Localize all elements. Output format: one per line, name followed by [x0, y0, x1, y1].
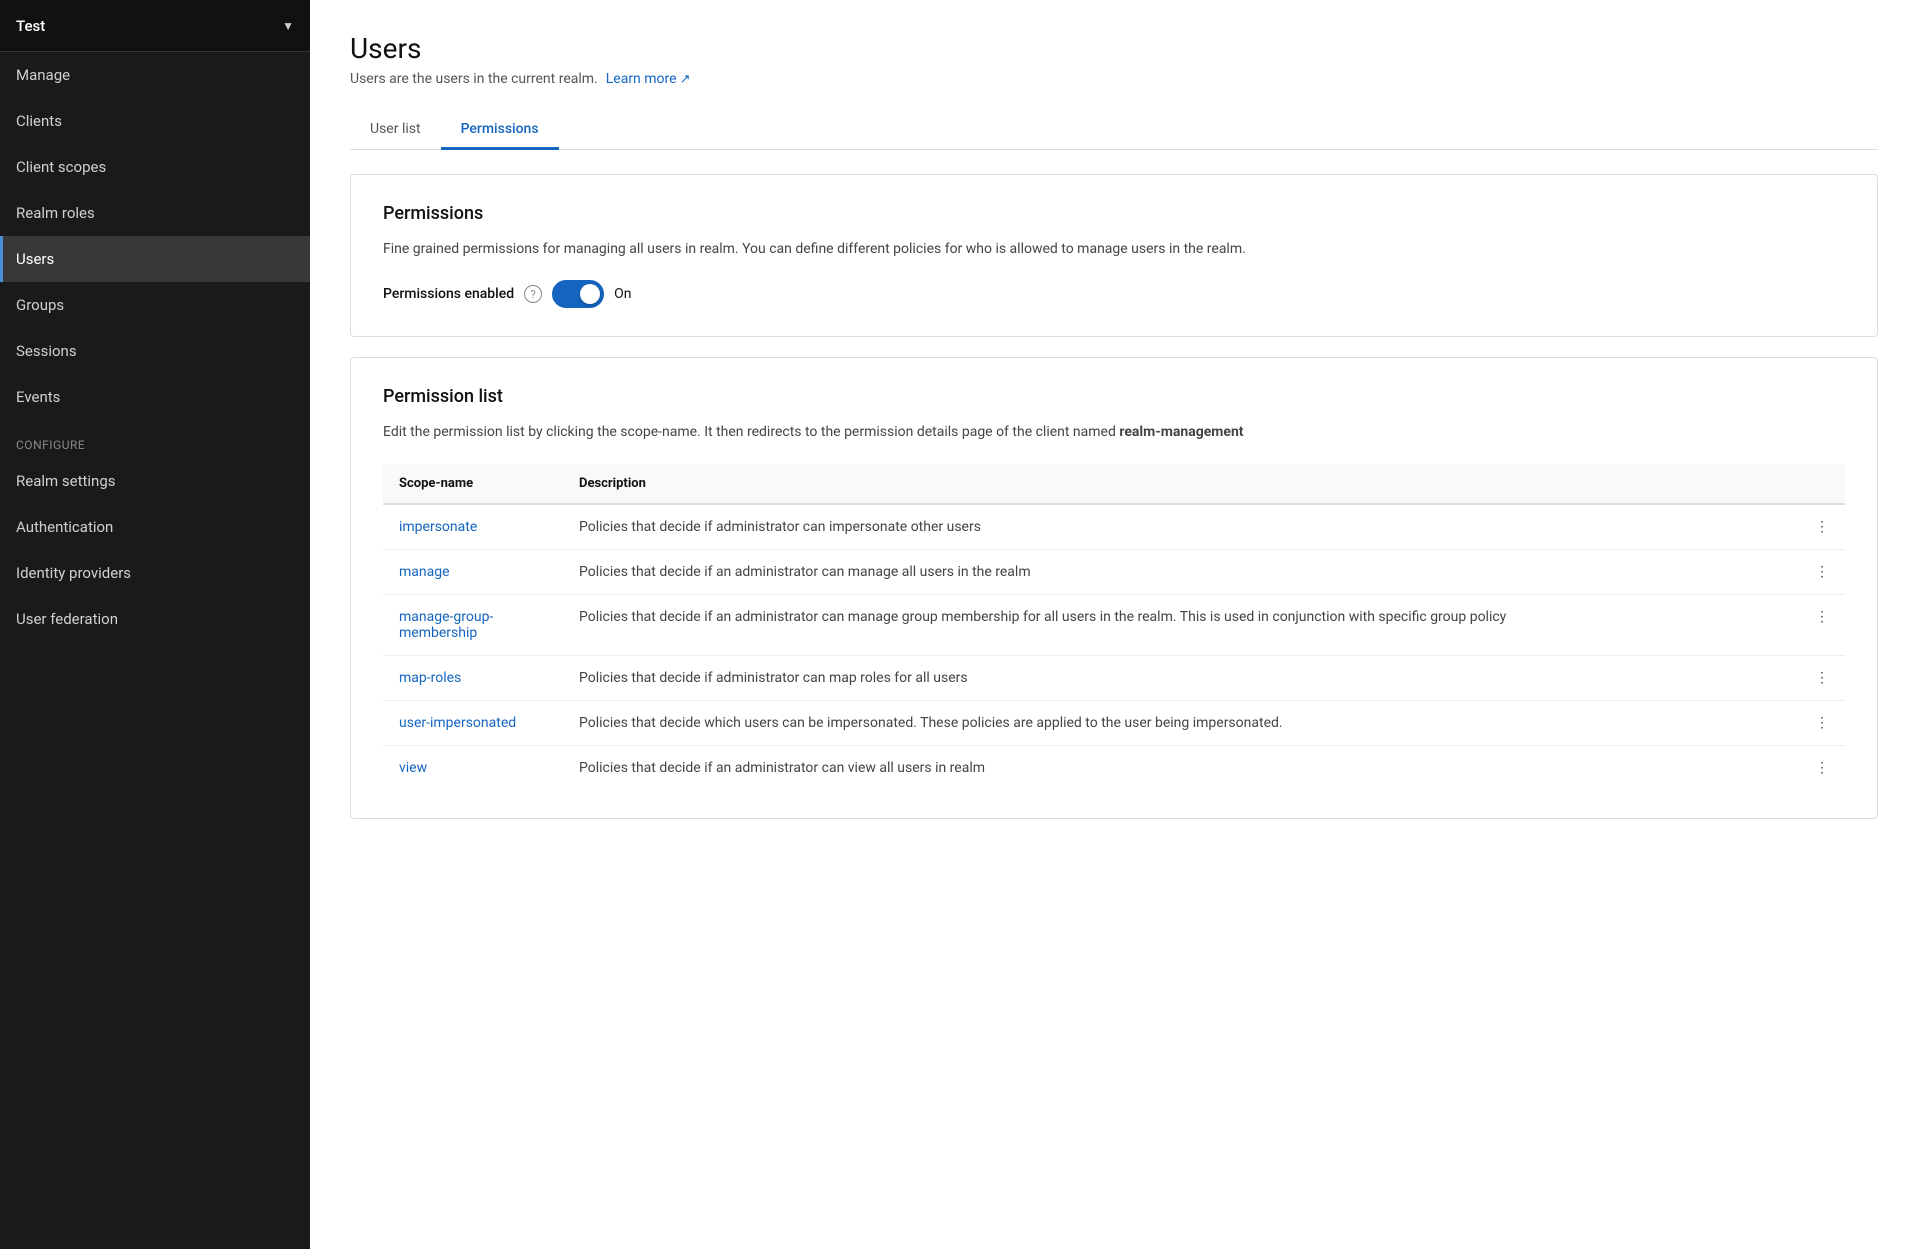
table-row: user-impersonated Policies that decide wh… — [383, 700, 1845, 745]
subtitle-text: Users are the users in the current realm… — [350, 71, 598, 87]
sidebar-section-configure: Configure Realm settings Authentication … — [0, 420, 310, 642]
toggle-thumb — [580, 284, 600, 304]
help-icon[interactable]: ? — [524, 285, 542, 303]
kebab-menu-button[interactable]: ⋮ — [1799, 594, 1845, 655]
realm-name: Test — [16, 17, 45, 35]
permission-list-description: Edit the permission list by clicking the… — [383, 421, 1845, 443]
sidebar-item-users[interactable]: Users — [0, 236, 310, 282]
sidebar-section-main: Manage Clients Client scopes Realm roles… — [0, 52, 310, 420]
sidebar-item-manage[interactable]: Manage — [0, 52, 310, 98]
learn-more-label: Learn more — [606, 71, 677, 87]
tabs: User list Permissions — [350, 111, 1878, 150]
kebab-menu-button[interactable]: ⋮ — [1799, 504, 1845, 550]
sidebar-item-clients[interactable]: Clients — [0, 98, 310, 144]
sidebar-item-authentication[interactable]: Authentication — [0, 504, 310, 550]
sidebar-item-client-scopes[interactable]: Client scopes — [0, 144, 310, 190]
table-header-row: Scope-name Description — [383, 464, 1845, 504]
table-row: impersonate Policies that decide if admin… — [383, 504, 1845, 550]
table-row: manage-group-membership Policies that dec… — [383, 594, 1845, 655]
permission-list-title: Permission list — [383, 386, 1845, 407]
scope-name-link[interactable]: impersonate — [399, 519, 477, 535]
tab-user-list[interactable]: User list — [350, 111, 441, 150]
col-header-scope-name: Scope-name — [383, 464, 563, 504]
sidebar-item-identity-providers[interactable]: Identity providers — [0, 550, 310, 596]
col-header-description: Description — [563, 464, 1799, 504]
permissions-toggle[interactable] — [552, 280, 604, 308]
permission-table: Scope-name Description impersonate Polici… — [383, 464, 1845, 790]
kebab-menu-button[interactable]: ⋮ — [1799, 700, 1845, 745]
kebab-menu-button[interactable]: ⋮ — [1799, 745, 1845, 790]
scope-name-link[interactable]: user-impersonated — [399, 715, 516, 731]
scope-name-link[interactable]: manage-group-membership — [399, 609, 493, 641]
permission-list-card: Permission list Edit the permission list… — [350, 357, 1878, 818]
permissions-card-title: Permissions — [383, 203, 1845, 224]
sidebar-item-realm-settings[interactable]: Realm settings — [0, 458, 310, 504]
page-title: Users — [350, 32, 1878, 65]
permissions-card: Permissions Fine grained permissions for… — [350, 174, 1878, 337]
scope-description: Policies that decide if administrator ca… — [563, 655, 1799, 700]
permissions-card-description: Fine grained permissions for managing al… — [383, 238, 1845, 260]
page-subtitle: Users are the users in the current realm… — [350, 71, 1878, 87]
toggle-track — [552, 280, 604, 308]
scope-description: Policies that decide if an administrator… — [563, 549, 1799, 594]
sidebar-item-events[interactable]: Events — [0, 374, 310, 420]
table-row: view Policies that decide if an administr… — [383, 745, 1845, 790]
toggle-row: Permissions enabled ? On — [383, 280, 1845, 308]
scope-description: Policies that decide if an administrator… — [563, 594, 1799, 655]
tab-permissions[interactable]: Permissions — [441, 111, 559, 150]
sidebar-item-realm-roles[interactable]: Realm roles — [0, 190, 310, 236]
chevron-down-icon: ▼ — [282, 19, 294, 33]
scope-description: Policies that decide if an administrator… — [563, 745, 1799, 790]
sidebar: Test ▼ Manage Clients Client scopes Real… — [0, 0, 310, 1249]
sidebar-section-label-configure: Configure — [0, 420, 310, 458]
table-row: map-roles Policies that decide if adminis… — [383, 655, 1845, 700]
scope-name-link[interactable]: manage — [399, 564, 450, 580]
learn-more-link[interactable]: Learn more ↗ — [606, 71, 691, 87]
main-content: Users Users are the users in the current… — [310, 0, 1918, 1249]
permissions-enabled-label: Permissions enabled — [383, 286, 514, 302]
col-header-actions — [1799, 464, 1845, 504]
sidebar-item-groups[interactable]: Groups — [0, 282, 310, 328]
sidebar-item-user-federation[interactable]: User federation — [0, 596, 310, 642]
realm-selector[interactable]: Test ▼ — [0, 0, 310, 52]
table-row: manage Policies that decide if an adminis… — [383, 549, 1845, 594]
kebab-menu-button[interactable]: ⋮ — [1799, 549, 1845, 594]
scope-name-link[interactable]: view — [399, 760, 427, 776]
scope-description: Policies that decide if administrator ca… — [563, 504, 1799, 550]
toggle-state-label: On — [614, 286, 631, 302]
kebab-menu-button[interactable]: ⋮ — [1799, 655, 1845, 700]
external-link-icon: ↗ — [680, 72, 691, 87]
scope-description: Policies that decide which users can be … — [563, 700, 1799, 745]
scope-name-link[interactable]: map-roles — [399, 670, 461, 686]
sidebar-item-sessions[interactable]: Sessions — [0, 328, 310, 374]
